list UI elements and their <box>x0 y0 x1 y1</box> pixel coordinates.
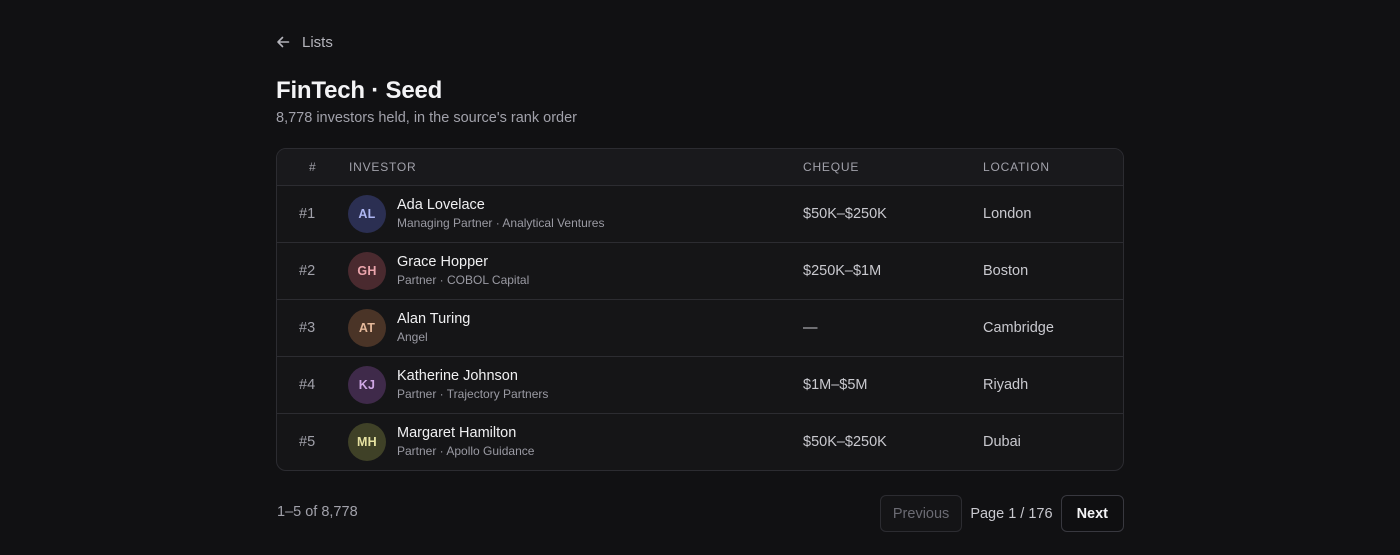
avatar: KJ <box>348 366 386 404</box>
column-header-rank: # <box>309 160 317 174</box>
cheque-cell: $250K–$1M <box>803 263 882 279</box>
cheque-cell: $50K–$250K <box>803 206 887 222</box>
page-indicator: Page 1 / 176 <box>970 505 1053 522</box>
investor-cell: AT Alan Turing Angel <box>348 300 470 356</box>
location-cell: Boston <box>983 263 1029 279</box>
cheque-cell: — <box>803 320 818 336</box>
next-page-button[interactable]: Next <box>1060 495 1124 532</box>
pagination: Previous Page 1 / 176 Next <box>879 495 1124 532</box>
investor-name[interactable]: Grace Hopper <box>397 253 529 271</box>
investor-cell: GH Grace Hopper Partner · COBOL Capital <box>348 243 529 299</box>
investor-info: Alan Turing Angel <box>397 310 470 346</box>
table-row[interactable]: #2 GH Grace Hopper Partner · COBOL Capital $… <box>277 243 1123 300</box>
avatar: GH <box>348 252 386 290</box>
location-cell: London <box>983 206 1032 222</box>
table-row[interactable]: #4 KJ Katherine Johnson Partner · Trajector… <box>277 357 1123 414</box>
investor-name[interactable]: Margaret Hamilton <box>397 424 534 442</box>
result-count: 1–5 of 8,778 <box>277 504 358 520</box>
column-header-cheque: Cheque <box>803 160 860 174</box>
investor-table: # Investor Cheque Location #1 AL Ada Lovel… <box>276 148 1124 471</box>
investor-role: Managing Partner · Analytical Ventures <box>397 216 605 230</box>
location-cell: Riyadh <box>983 377 1029 393</box>
avatar: AT <box>348 309 386 347</box>
location-cell: Dubai <box>983 434 1021 450</box>
investor-name[interactable]: Ada Lovelace <box>397 196 604 214</box>
table-row[interactable]: #3 AT Alan Turing Angel — Cambridge <box>277 300 1123 357</box>
column-header-location: Location <box>983 160 1050 174</box>
location-cell: Cambridge <box>983 320 1054 336</box>
investor-role: Partner · Apollo Guidance <box>397 444 535 458</box>
investor-info: Margaret Hamilton Partner · Apollo Guidan… <box>397 424 534 460</box>
rank-cell: #1 <box>299 206 316 222</box>
rank-cell: #3 <box>299 320 316 336</box>
investor-role: Partner · Trajectory Partners <box>397 387 549 401</box>
investor-cell: AL Ada Lovelace Managing Partner · Analyti… <box>348 186 604 242</box>
arrow-left-icon <box>276 35 290 49</box>
back-label: Lists <box>302 33 333 51</box>
column-header-investor: Investor <box>349 160 417 174</box>
rank-cell: #4 <box>299 377 316 393</box>
previous-page-button[interactable]: Previous <box>879 495 963 532</box>
investor-role: Partner · COBOL Capital <box>397 273 530 287</box>
investor-info: Grace Hopper Partner · COBOL Capital <box>397 253 529 289</box>
rank-cell: #5 <box>299 434 316 450</box>
table-body: #1 AL Ada Lovelace Managing Partner · Analy… <box>277 186 1123 470</box>
table-row[interactable]: #5 MH Margaret Hamilton Partner · Apollo Gu… <box>277 414 1123 470</box>
investor-name[interactable]: Alan Turing <box>397 310 470 328</box>
table-header: # Investor Cheque Location <box>277 149 1123 186</box>
cheque-cell: $50K–$250K <box>803 434 887 450</box>
avatar: AL <box>348 195 386 233</box>
page-subtitle: 8,778 investors held, in the source's ra… <box>276 110 577 126</box>
avatar: MH <box>348 423 386 461</box>
investor-info: Ada Lovelace Managing Partner · Analytica… <box>397 196 604 232</box>
investor-cell: KJ Katherine Johnson Partner · Trajectory … <box>348 357 548 413</box>
investor-role: Angel <box>397 330 428 344</box>
investor-cell: MH Margaret Hamilton Partner · Apollo Guid… <box>348 414 534 470</box>
back-to-lists-link[interactable]: Lists <box>276 30 333 54</box>
investor-name[interactable]: Katherine Johnson <box>397 367 548 385</box>
cheque-cell: $1M–$5M <box>803 377 868 393</box>
table-row[interactable]: #1 AL Ada Lovelace Managing Partner · Analy… <box>277 186 1123 243</box>
page-title: FinTech · Seed <box>276 77 443 104</box>
investor-info: Katherine Johnson Partner · Trajectory Pa… <box>397 367 548 403</box>
rank-cell: #2 <box>299 263 316 279</box>
